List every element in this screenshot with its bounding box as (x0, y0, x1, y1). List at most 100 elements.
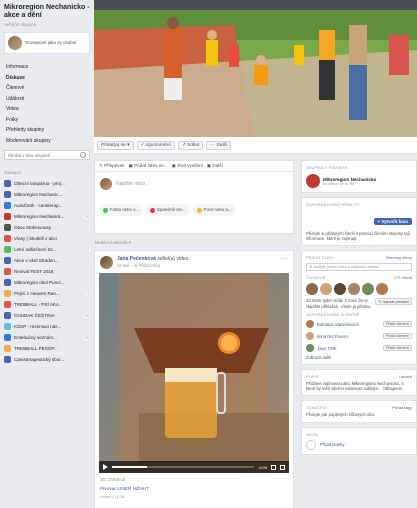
member-name[interactable]: Bohdana Stanislavová (317, 322, 380, 327)
shortcut-item[interactable]: TREBBALL PESOP... 2 (4, 343, 90, 354)
show-more-link[interactable]: Zobrazit další (306, 355, 412, 360)
suggested-heading: Doporučování členové (306, 311, 360, 317)
shortcut-icon (4, 257, 11, 264)
shortcut-item[interactable]: Revival FEST 2018 (4, 266, 90, 277)
avatar (8, 36, 22, 50)
write-welcome-button[interactable]: ✎ Napsat přivítání (375, 298, 412, 306)
member-count[interactable]: 271 členů (394, 275, 412, 280)
post-options-icon[interactable]: ··· (281, 256, 287, 262)
chip-feeling[interactable]: Pocit nebo a... (192, 204, 236, 216)
chip-label: Fotka nebo v... (110, 207, 139, 212)
chip-label: Společně sle... (156, 207, 186, 212)
post-author[interactable]: Jana Pečenková (117, 256, 156, 262)
shortcut-label: Akce v okol Straden... (14, 258, 59, 263)
group-title[interactable]: Mikroregion Nechanicko - akce a dění (4, 4, 90, 20)
shortcut-item[interactable]: Canisterapeutický sbor... (4, 354, 90, 365)
nav-item-discussion[interactable]: Diskuze (4, 73, 90, 84)
shortcut-item[interactable]: KŠSP - rezervaci nás... (4, 321, 90, 332)
play-icon[interactable] (103, 464, 108, 470)
add-member-button[interactable]: Přidat členem (382, 333, 412, 340)
edit-link[interactable]: Upravit (399, 374, 412, 379)
member-avatar[interactable] (334, 283, 346, 296)
avatar[interactable] (306, 332, 314, 341)
nav-item-info[interactable]: Informace (4, 62, 90, 73)
composer-input[interactable]: Napište něco... (95, 172, 293, 196)
shortcut-item[interactable]: Letní odšečnení tis... 2 (4, 244, 90, 255)
group-nav: Informace Diskuze Členové Události Videa… (4, 62, 90, 146)
shortcut-icon (4, 224, 11, 231)
fullscreen-icon[interactable] (280, 464, 285, 470)
tab-add-photo[interactable]: ▣ Přidat fotku ne... (129, 163, 168, 169)
member-name[interactable]: Ilona Del Favero (317, 334, 380, 339)
shortcut-item[interactable]: Akce v okol Straden... 8 (4, 255, 90, 266)
page-name[interactable]: Mikroregion Nechanicko (323, 177, 376, 182)
tab-live-video[interactable]: ▣ Živé vysílání (172, 163, 203, 169)
shortcut-item[interactable]: CHUDAK ČEŠTINA 20 (4, 310, 90, 321)
member-avatar[interactable] (320, 283, 332, 296)
avatar[interactable] (306, 344, 314, 353)
member-avatar[interactable] (348, 283, 360, 296)
shortcut-label: Mikroregion Nechanic... (14, 192, 63, 197)
shortcut-item[interactable]: Mikroregion Nechanic... (4, 189, 90, 200)
shortcut-item[interactable]: Pejzú z Heaven Ran... 4 (4, 288, 90, 299)
shortcut-item[interactable]: Mikroregion okol Puncl... (4, 277, 90, 288)
avatar[interactable] (100, 256, 113, 269)
joined-button[interactable]: Přidat(a) se ▾ (97, 140, 134, 150)
add-location-link[interactable]: Přidat polohy (320, 442, 344, 447)
location-pin-icon[interactable] (306, 439, 316, 450)
cover-photo[interactable] (94, 10, 417, 137)
shortcut-item[interactable]: Obecní lampárna - proj... (4, 178, 90, 189)
shortcut-item[interactable]: TREBBALL - PSÍ AKA... (4, 299, 90, 310)
shortcut-label: CHUDAK ČEŠTINA (14, 313, 55, 318)
nav-item-videos[interactable]: Videa (4, 104, 90, 115)
chip-photo-video[interactable]: Fotka nebo v... (99, 204, 143, 216)
member-name[interactable]: Jaan Töök (317, 346, 380, 351)
nav-item-moderation[interactable]: Moderování skupiny (4, 136, 90, 147)
member-avatar[interactable] (306, 283, 318, 296)
shortcut-item[interactable]: AuraČank - cankterap... (4, 200, 90, 211)
nav-item-photos[interactable]: Fotky (4, 115, 90, 126)
group-privacy: Veřejná skupina (4, 22, 37, 27)
avatar[interactable] (306, 320, 314, 329)
post-video[interactable]: -0:09 (99, 273, 289, 473)
create-button[interactable]: + Vytvořit fanu (373, 218, 412, 225)
add-tags-link[interactable]: Přidat tagy (392, 405, 412, 410)
shortcut-item[interactable]: Vlasy | Skutkiš v akci (4, 233, 90, 244)
shortcut-badge: 2 (85, 247, 90, 252)
add-member-input[interactable]: ⊕ Zadejte jméno nebo e-mailovou adresu (306, 263, 412, 272)
tab-more[interactable]: ▣ Další (207, 163, 223, 169)
group-page-card: Skupina v původní Mikroregion Nechanicko… (301, 160, 417, 193)
search-icon[interactable] (80, 152, 86, 158)
page-logo[interactable] (306, 174, 320, 188)
tab-post[interactable]: ✎ Příspěvek (99, 163, 125, 169)
join-as-box[interactable]: Rozepsání jako sy osobní (4, 32, 90, 54)
video-progress-bar[interactable] (112, 466, 254, 468)
member-avatar[interactable] (376, 283, 388, 296)
main-content: Přidat(a) se ▾ ✓ Upozornění ↗ Sdílet ···… (94, 0, 417, 508)
add-member-button[interactable]: Přidat členem (382, 321, 412, 328)
shortcut-item[interactable]: Entebučný seznám... 20 (4, 332, 90, 343)
page: Mikroregion Nechanicko - akce a dění Veř… (0, 0, 417, 508)
shortcut-item[interactable]: Obec Mokrovousy 1 (4, 222, 90, 233)
settings-icon[interactable] (271, 464, 276, 470)
recent-activity-heading[interactable]: Nedávná aktivita ▾ (95, 240, 294, 246)
group-search-input[interactable] (8, 152, 78, 158)
chip-watch-party[interactable]: Společně sle... (145, 204, 190, 216)
nav-item-events[interactable]: Události (4, 94, 90, 105)
all-members-link[interactable]: Všechny členy (386, 255, 412, 260)
next-post-title[interactable]: Pivovar LINER MŽAHT (100, 487, 149, 492)
group-search[interactable] (4, 150, 90, 160)
video-controls: -0:09 (99, 461, 289, 473)
nav-item-members[interactable]: Členové (4, 83, 90, 94)
nav-item-insights[interactable]: Přehledy skupiny (4, 125, 90, 136)
composer-placeholder[interactable]: Napište něco... (116, 181, 149, 187)
card-heading: Označení (306, 405, 327, 411)
shortcut-item[interactable]: Mikroregion Nechanick... 20 (4, 211, 90, 222)
add-member-button[interactable]: Přidat členem (382, 345, 412, 352)
card-heading: Místa (306, 431, 319, 437)
notifications-button[interactable]: ✓ Upozornění (136, 140, 175, 150)
card-heading: Doporučování přidejte (306, 202, 360, 207)
share-button[interactable]: ↗ Sdílet (177, 140, 204, 150)
member-avatar[interactable] (362, 283, 374, 296)
more-button[interactable]: ··· Další (206, 140, 232, 150)
